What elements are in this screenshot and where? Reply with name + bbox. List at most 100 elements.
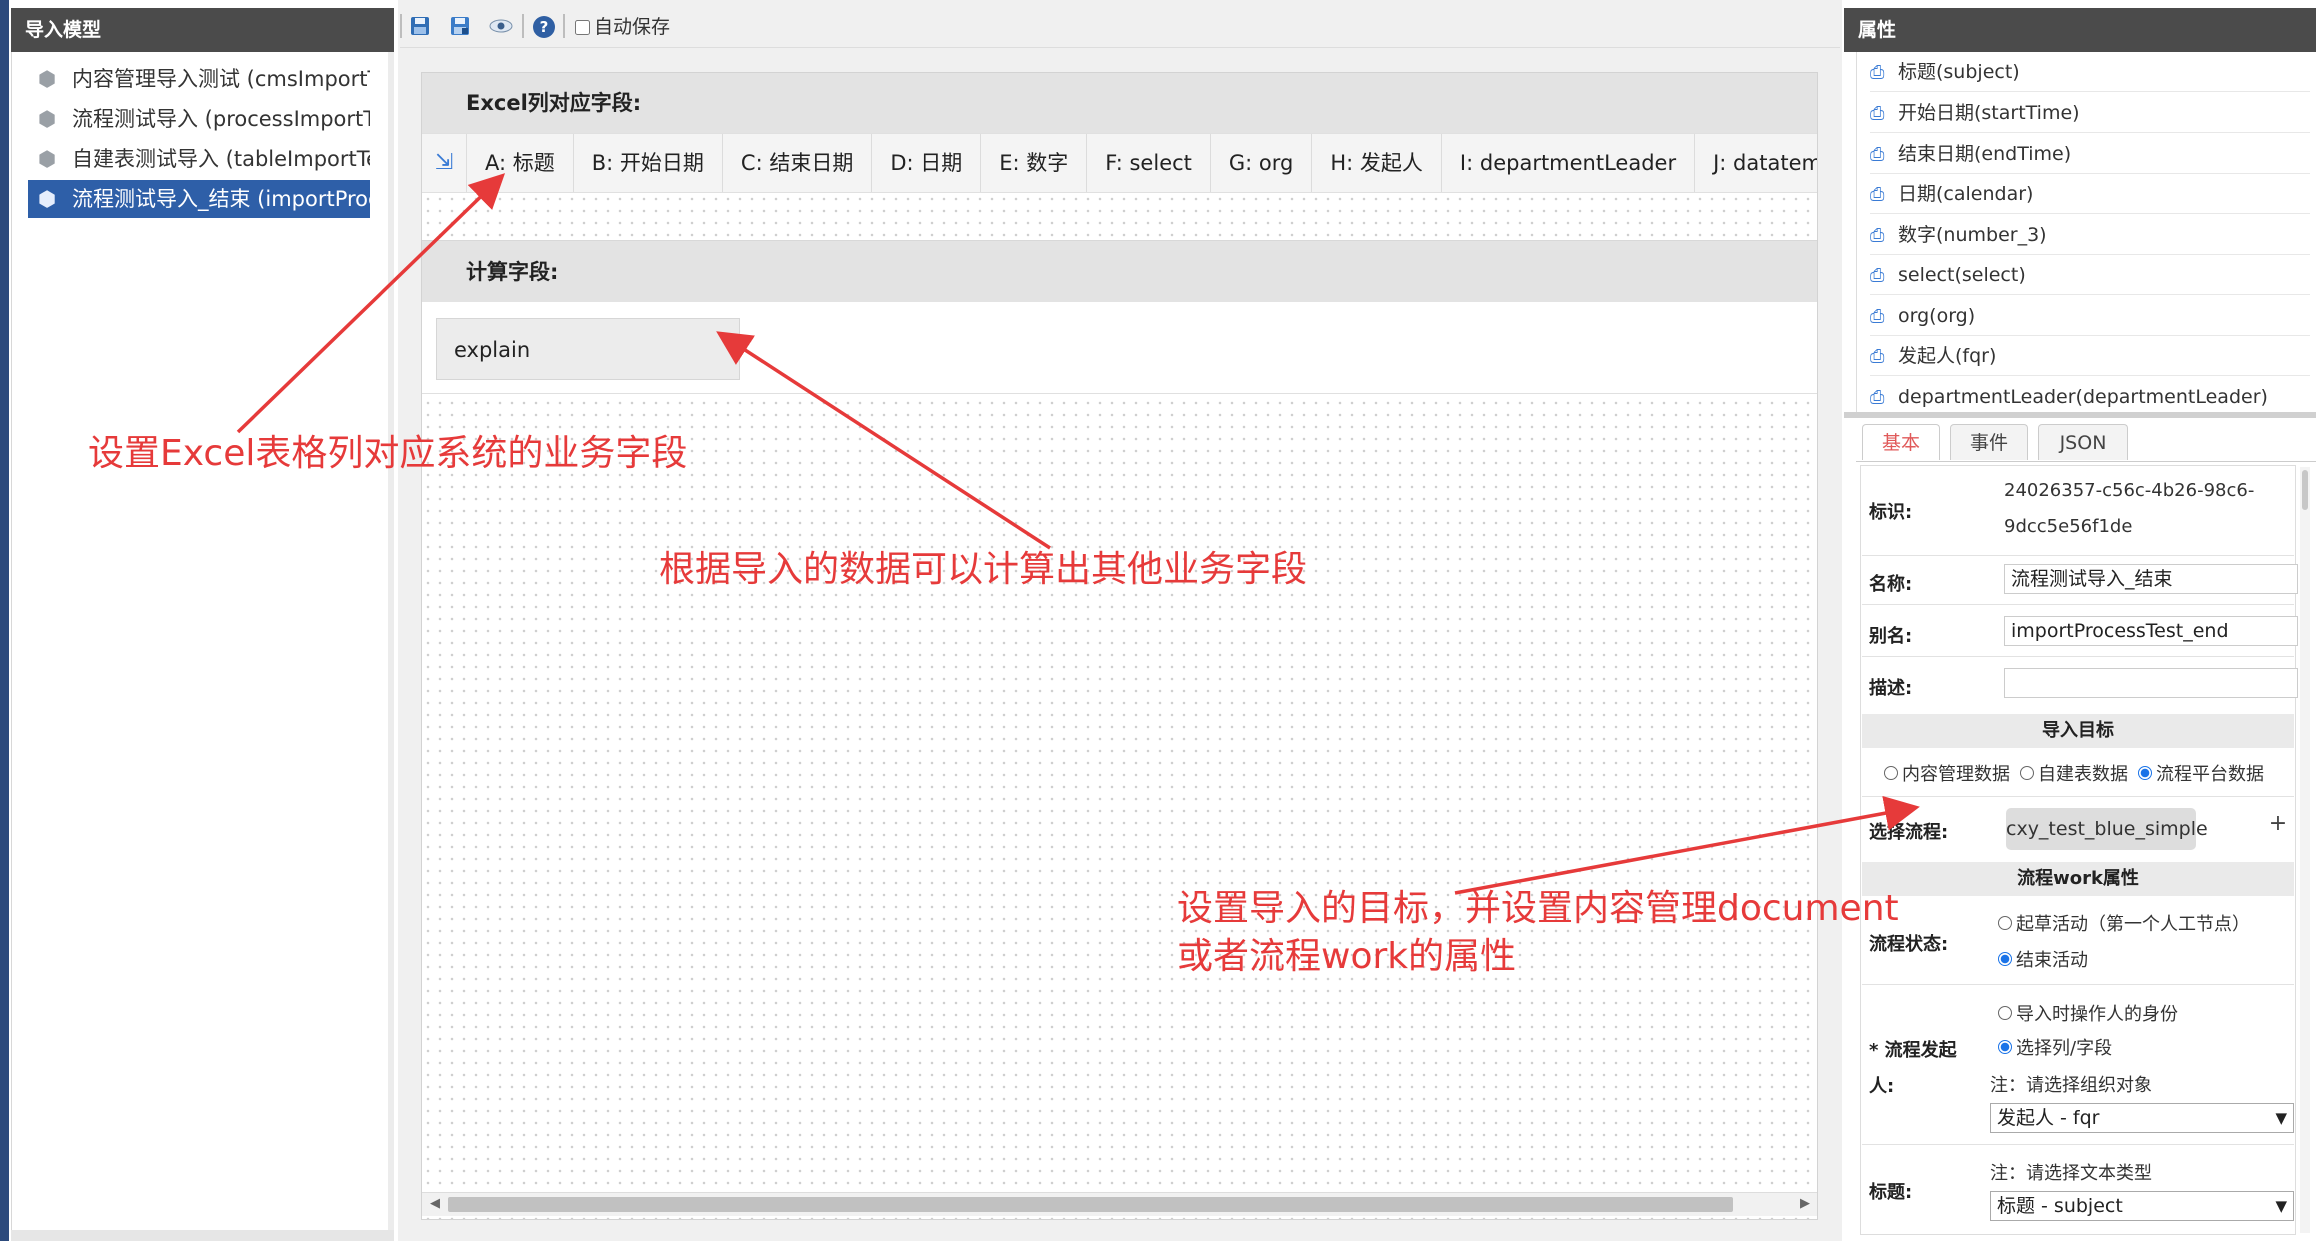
excel-column-bar: ⇲ A: 标题 B: 开始日期 C: 结束日期 D: 日期 E: 数字 F: s…: [422, 133, 1817, 193]
target-option-table[interactable]: 自建表数据: [2020, 760, 2128, 786]
field-item[interactable]: ⎙ 数字(number_3): [1870, 215, 2310, 255]
field-label: 开始日期(startTime): [1898, 102, 2080, 124]
desc-input[interactable]: [2004, 668, 2298, 698]
creator-select[interactable]: 发起人 - fqr ▼: [1990, 1103, 2294, 1133]
field-icon: ⎙: [1870, 62, 1885, 83]
excel-column[interactable]: E: 数字: [981, 134, 1088, 192]
field-label: 数字(number_3): [1898, 224, 2047, 246]
window-edge: [0, 0, 9, 1241]
scrollbar-thumb[interactable]: [2302, 470, 2308, 510]
form-scrollbar[interactable]: [2300, 467, 2310, 1233]
name-label: 名称:: [1869, 574, 1913, 595]
scroll-left-icon[interactable]: ◀: [424, 1192, 446, 1216]
excel-column[interactable]: H: 发起人: [1312, 134, 1442, 192]
excel-column[interactable]: D: 日期: [872, 134, 982, 192]
scrollbar-thumb[interactable]: [448, 1197, 1733, 1212]
import-icon[interactable]: ⇲: [422, 134, 467, 192]
right-panel-title: 属性: [1844, 8, 2316, 52]
target-option-process[interactable]: 流程平台数据: [2138, 760, 2264, 786]
model-tree: [11, 52, 394, 1232]
toolbar-divider: [522, 14, 524, 38]
help-icon[interactable]: ?: [532, 15, 555, 38]
tree-item[interactable]: ⬢ 内容管理导入测试 (cmsImportT: [28, 60, 370, 98]
left-scrollbar[interactable]: [388, 52, 394, 1232]
annotation-line: 或者流程work的属性: [1177, 936, 1517, 977]
tree-item-selected[interactable]: ⬢ 流程测试导入_结束 (importProc: [28, 180, 370, 218]
scroll-right-icon[interactable]: ▶: [1794, 1192, 1816, 1216]
excel-column[interactable]: F: select: [1087, 134, 1211, 192]
name-input[interactable]: 流程测试导入_结束: [2004, 564, 2298, 594]
annotation-import-target: 设置导入的目标，并设置内容管理document 或者流程work的属性: [1177, 885, 1899, 981]
field-label: org(org): [1898, 305, 1976, 327]
field-icon: ⎙: [1870, 225, 1885, 246]
tree-item[interactable]: ⬢ 流程测试导入 (processImportT: [28, 100, 370, 138]
preview-icon[interactable]: [489, 15, 513, 37]
row-divider: [1862, 984, 2294, 985]
field-item[interactable]: ⎙ org(org): [1870, 296, 2310, 336]
row-divider: [1862, 604, 2294, 605]
id-value-line2: 9dcc5e56f1de: [2004, 516, 2133, 537]
field-item[interactable]: ⎙ 开始日期(startTime): [1870, 93, 2310, 133]
tab-basic[interactable]: 基本: [1862, 424, 1940, 460]
field-item[interactable]: ⎙ 发起人(fqr): [1870, 336, 2310, 376]
panel-splitter[interactable]: [1844, 412, 2316, 418]
radio-icon: [1998, 1006, 2012, 1020]
field-label: 标题(subject): [1898, 61, 2020, 83]
field-label: 日期(calendar): [1898, 183, 2034, 205]
title-label: 标题:: [1869, 1182, 1913, 1203]
row-divider: [1862, 1144, 2294, 1145]
creator-option-column[interactable]: 选择列/字段: [1998, 1034, 2122, 1060]
row-divider: [1862, 796, 2294, 797]
save-as-icon[interactable]: [449, 15, 471, 37]
tree-item-label: 自建表测试导入 (tableImportTe: [72, 147, 370, 171]
field-label: 发起人(fqr): [1898, 345, 1997, 367]
desc-label: 描述:: [1869, 678, 1913, 699]
excel-column[interactable]: B: 开始日期: [574, 134, 723, 192]
status-option-draft[interactable]: 起草活动（第一个人工节点）: [1998, 910, 2260, 936]
radio-icon: [2020, 766, 2034, 780]
excel-column[interactable]: A: 标题: [467, 134, 574, 192]
autosave-label: 自动保存: [594, 16, 671, 38]
creator-label-cont: 人:: [1869, 1076, 1895, 1097]
excel-column[interactable]: G: org: [1211, 134, 1313, 192]
calc-section-title: 计算字段:: [422, 240, 1817, 302]
cube-icon: ⬢: [37, 107, 57, 131]
tree-item-label: 内容管理导入测试 (cmsImportT: [72, 67, 370, 91]
field-icon: ⎙: [1870, 265, 1885, 286]
creator-label: * 流程发起: [1869, 1040, 1957, 1061]
alias-input[interactable]: importProcessTest_end: [2004, 616, 2298, 646]
field-icon: ⎙: [1870, 346, 1885, 367]
creator-option-operator[interactable]: 导入时操作人的身份: [1998, 1000, 2188, 1026]
target-option-cms[interactable]: 内容管理数据: [1884, 760, 2010, 786]
tree-item[interactable]: ⬢ 自建表测试导入 (tableImportTe: [28, 140, 370, 178]
chevron-down-icon: ▼: [2275, 1109, 2287, 1127]
autosave-toggle[interactable]: 自动保存: [575, 14, 670, 40]
field-item[interactable]: ⎙ 标题(subject): [1870, 52, 2310, 92]
tab-events[interactable]: 事件: [1950, 424, 2028, 460]
cube-icon: ⬢: [37, 67, 57, 91]
autosave-checkbox[interactable]: [575, 19, 590, 35]
row-divider: [1862, 555, 2294, 556]
left-panel-title: 导入模型: [11, 8, 394, 52]
alias-label: 别名:: [1869, 626, 1913, 647]
excel-column[interactable]: J: datatemplate: [1695, 134, 1817, 192]
status-option-end[interactable]: 结束活动: [1998, 946, 2098, 972]
selected-flow-chip[interactable]: cxy_test_blue_simple: [2006, 808, 2208, 850]
radio-label: 起草活动（第一个人工节点）: [2016, 914, 2250, 935]
excel-column[interactable]: C: 结束日期: [723, 134, 873, 192]
chevron-down-icon: ▼: [2275, 1197, 2287, 1215]
title-select[interactable]: 标题 - subject ▼: [1990, 1191, 2294, 1221]
cube-icon: ⬢: [37, 187, 57, 211]
field-item[interactable]: ⎙ 日期(calendar): [1870, 174, 2310, 214]
import-target-options: 内容管理数据 自建表数据 流程平台数据: [1884, 760, 2274, 786]
select-value: 标题 - subject: [1997, 1195, 2123, 1217]
annotation-calc-fields: 根据导入的数据可以计算出其他业务字段: [659, 549, 1308, 590]
calc-field-explain[interactable]: explain: [436, 318, 740, 380]
add-flow-button[interactable]: +: [2266, 812, 2290, 836]
field-item[interactable]: ⎙ select(select): [1870, 255, 2310, 295]
tab-json[interactable]: JSON: [2038, 424, 2128, 460]
save-icon[interactable]: [409, 15, 431, 37]
field-item[interactable]: ⎙ departmentLeader(departmentLeader): [1870, 377, 2310, 417]
excel-column[interactable]: I: departmentLeader: [1442, 134, 1696, 192]
field-item[interactable]: ⎙ 结束日期(endTime): [1870, 134, 2310, 174]
